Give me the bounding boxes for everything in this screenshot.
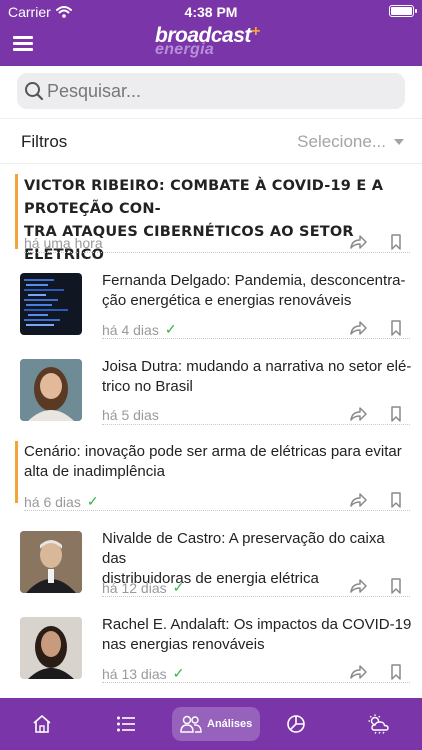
article-actions xyxy=(349,320,405,336)
article-time: há 4 dias xyxy=(102,321,159,338)
article-actions xyxy=(349,234,405,250)
tab-charts[interactable] xyxy=(282,707,310,741)
bookmark-icon[interactable] xyxy=(387,664,405,680)
filters-select-value: Selecione... xyxy=(297,132,386,151)
list-icon xyxy=(117,716,135,732)
search-bar xyxy=(17,73,405,109)
tab-list[interactable] xyxy=(112,707,140,741)
article-meta: há 6 dias ✓ xyxy=(24,493,99,510)
filters-select[interactable]: Selecione... xyxy=(297,132,404,152)
bookmark-icon[interactable] xyxy=(387,406,405,422)
people-icon xyxy=(180,715,202,733)
share-icon[interactable] xyxy=(349,406,367,422)
article-item[interactable]: Fernanda Delgado: Pandemia, desconcentra… xyxy=(0,253,422,339)
highlight-bar xyxy=(15,441,18,503)
article-actions xyxy=(349,664,405,680)
item-separator xyxy=(102,682,410,683)
article-time: há 6 dias xyxy=(24,493,81,510)
tab-analises-label: Análises xyxy=(207,718,253,730)
share-icon[interactable] xyxy=(349,320,367,336)
check-icon: ✓ xyxy=(172,579,185,595)
article-title[interactable]: Rachel E. Andalaft: Os impactos da COVID… xyxy=(102,615,412,655)
article-title[interactable]: Fernanda Delgado: Pandemia, desconcentra… xyxy=(102,271,412,311)
filters-row: Filtros Selecione... xyxy=(0,118,422,164)
broadcast-energia-logo: broadcast+ energia xyxy=(155,23,275,62)
status-time: 4:38 PM xyxy=(184,4,238,20)
article-feed: VICTOR RIBEIRO: COMBATE À COVID-19 E A P… xyxy=(0,165,422,698)
battery-icon xyxy=(389,5,417,17)
tab-analises[interactable]: Análises xyxy=(172,707,261,741)
share-icon[interactable] xyxy=(349,234,367,250)
article-meta: há 4 dias ✓ xyxy=(102,321,177,338)
hamburger-menu-icon[interactable] xyxy=(13,34,35,52)
weather-icon xyxy=(368,714,389,734)
article-time: há uma hora xyxy=(24,235,103,251)
article-actions xyxy=(349,492,405,508)
search-input[interactable] xyxy=(47,73,397,109)
bookmark-icon[interactable] xyxy=(387,234,405,250)
caret-down-icon xyxy=(394,139,404,145)
article-time: há 13 dias xyxy=(102,665,167,682)
share-icon[interactable] xyxy=(349,664,367,680)
pie-chart-icon xyxy=(287,715,305,733)
search-icon xyxy=(25,82,44,101)
logo-sub-text: energia xyxy=(155,41,215,58)
article-actions xyxy=(349,578,405,594)
article-item[interactable]: Rachel E. Andalaft: Os impactos da COVID… xyxy=(0,597,422,689)
filters-label: Filtros xyxy=(21,132,68,151)
article-item[interactable]: Joisa Dutra: mudando a narrativa no seto… xyxy=(0,339,422,425)
article-thumbnail xyxy=(20,531,82,593)
bookmark-icon[interactable] xyxy=(387,320,405,336)
article-meta: há 12 dias ✓ xyxy=(102,579,184,596)
article-time: há 5 dias xyxy=(102,407,159,423)
status-bar: Carrier 4:38 PM xyxy=(0,0,422,22)
article-thumbnail xyxy=(20,617,82,679)
check-icon: ✓ xyxy=(172,665,185,681)
bookmark-icon[interactable] xyxy=(387,492,405,508)
logo-mark: + xyxy=(250,23,260,40)
article-actions xyxy=(349,406,405,422)
tab-weather[interactable] xyxy=(364,707,394,741)
article-thumbnail xyxy=(20,359,82,421)
article-time: há 12 dias xyxy=(102,579,167,596)
app-header: Carrier 4:38 PM broadcast+ energia xyxy=(0,0,422,66)
tab-home[interactable] xyxy=(28,707,56,741)
article-item[interactable]: Cenário: inovação pode ser arma de elétr… xyxy=(0,425,422,511)
check-icon: ✓ xyxy=(164,321,177,337)
bottom-tab-bar: Análises xyxy=(0,698,422,750)
article-item[interactable]: VICTOR RIBEIRO: COMBATE À COVID-19 E A P… xyxy=(0,165,422,263)
check-icon: ✓ xyxy=(86,493,99,509)
share-icon[interactable] xyxy=(349,492,367,508)
article-meta: há 5 dias xyxy=(102,407,159,423)
home-icon xyxy=(33,715,51,733)
article-item[interactable]: Nivalde de Castro: A preservação do caix… xyxy=(0,511,422,597)
article-thumbnail xyxy=(20,273,82,335)
article-meta: há uma hora xyxy=(24,235,103,251)
article-meta: há 13 dias ✓ xyxy=(102,665,184,682)
highlight-bar xyxy=(15,174,18,249)
article-title[interactable]: Cenário: inovação pode ser arma de elétr… xyxy=(24,442,414,482)
article-title[interactable]: Joisa Dutra: mudando a narrativa no seto… xyxy=(102,357,412,397)
bookmark-icon[interactable] xyxy=(387,578,405,594)
share-icon[interactable] xyxy=(349,578,367,594)
